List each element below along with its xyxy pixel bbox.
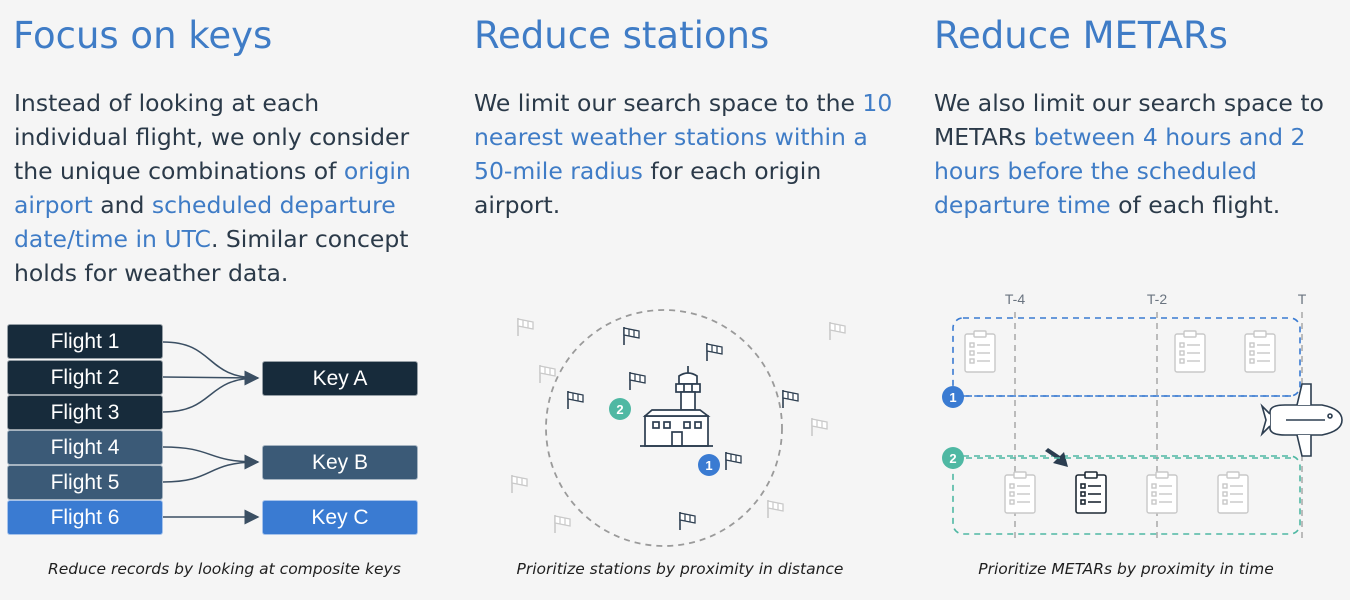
metar-report-icon-selected bbox=[1075, 471, 1107, 514]
metars-diagram: T-4 T-2 T 1 2 bbox=[942, 291, 1343, 540]
airplane-icon bbox=[1260, 383, 1343, 457]
time-label-t-4: T-4 bbox=[1005, 291, 1025, 307]
metar-report-icon bbox=[1217, 471, 1249, 514]
metar-report-icon bbox=[1146, 471, 1178, 514]
caption-keys: Reduce records by looking at composite k… bbox=[48, 560, 401, 578]
badge-label: 2 bbox=[949, 451, 956, 466]
metar-report-icon bbox=[1244, 330, 1276, 373]
caption-metars: Prioritize METARs by proximity in time bbox=[978, 560, 1274, 578]
caption-stations: Prioritize stations by proximity in dist… bbox=[516, 560, 844, 578]
metar-report-icon bbox=[1004, 471, 1036, 514]
metar-report-icon bbox=[964, 330, 996, 373]
badge-label: 1 bbox=[949, 390, 956, 405]
time-label-t: T bbox=[1298, 291, 1307, 307]
time-label-t-2: T-2 bbox=[1147, 291, 1167, 307]
metar-report-icon bbox=[1174, 330, 1206, 373]
